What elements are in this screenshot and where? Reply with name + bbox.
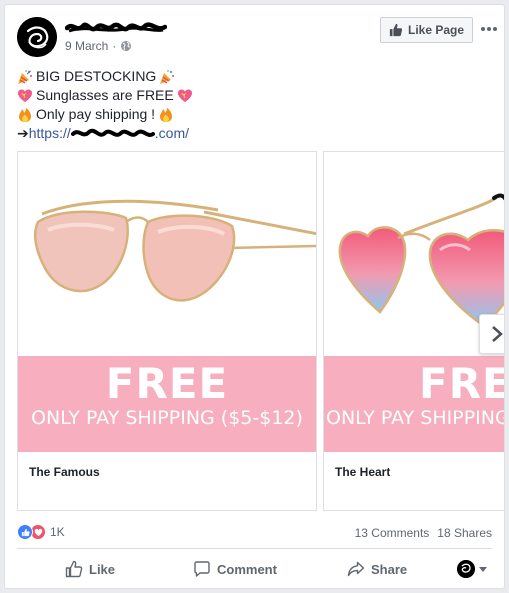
- post-card: 9 March · Like Page BIG DESTOCKING Sungl…: [4, 4, 505, 589]
- link-suffix: .com/: [154, 125, 189, 141]
- like-reaction-icon: [17, 524, 33, 540]
- thumbs-up-icon: [389, 23, 403, 37]
- reaction-count: 1K: [50, 525, 65, 539]
- link-prefix: https://: [28, 125, 71, 141]
- sunglasses-cat-eye-illustration: [34, 199, 316, 302]
- product-carousel: FREE ONLY PAY SHIPPING ($5-$12) The Famo…: [17, 151, 505, 513]
- arrow-glyph: ➔: [17, 125, 29, 141]
- text-only-pay-shipping: Only pay shipping !: [36, 106, 156, 122]
- free-banner: FREE ONLY PAY SHIPPING: [324, 356, 505, 452]
- shares-count-link[interactable]: 18 Shares: [437, 526, 492, 540]
- banner-subtitle: ONLY PAY SHIPPING: [326, 407, 505, 429]
- card-caption[interactable]: The Heart: [335, 465, 390, 479]
- banner-title: FREE: [419, 359, 504, 408]
- thumbs-up-outline-icon: [65, 560, 83, 578]
- comments-count-link[interactable]: 13 Comments: [355, 526, 430, 540]
- post-header: 9 March · Like Page: [17, 17, 497, 59]
- product-image-heart[interactable]: FREE ONLY PAY SHIPPING: [324, 152, 505, 452]
- product-image-famous[interactable]: FREE ONLY PAY SHIPPING ($5-$12): [18, 152, 316, 452]
- comment-bubble-icon: [194, 561, 210, 577]
- post-stats: 1K 13 Comments 18 Shares: [17, 522, 492, 542]
- like-button[interactable]: Like: [65, 551, 115, 587]
- banner-title: FREE: [105, 359, 229, 408]
- text-line-3: Only pay shipping !: [17, 105, 193, 124]
- text-big-destocking: BIG DESTOCKING: [36, 68, 157, 84]
- engagement-counts: 13 Comments 18 Shares: [355, 526, 492, 540]
- carousel-card[interactable]: FREE ONLY PAY SHIPPING ($5-$12) The Famo…: [17, 151, 317, 511]
- banner-subtitle: ONLY PAY SHIPPING ($5-$12): [31, 407, 303, 429]
- card-caption[interactable]: The Famous: [29, 465, 100, 479]
- party-popper-icon: [18, 69, 32, 84]
- globe-icon: [121, 41, 132, 51]
- text-line-1: BIG DESTOCKING: [17, 67, 193, 86]
- carousel-card[interactable]: FREE ONLY PAY SHIPPING The Heart: [323, 151, 505, 511]
- post-actions: Like Comment Share: [17, 551, 492, 587]
- post-meta: 9 March ·: [65, 39, 132, 53]
- divider: [17, 548, 492, 549]
- page-avatar[interactable]: [17, 17, 57, 57]
- carousel-next-button[interactable]: [479, 314, 504, 354]
- viewer-avatar: [457, 560, 475, 578]
- meta-separator: ·: [112, 39, 117, 53]
- text-line-4: ➔ https:// .com/: [17, 124, 193, 143]
- text-line-2: Sunglasses are FREE: [17, 86, 193, 105]
- post-text: BIG DESTOCKING Sunglasses are FREE Only …: [17, 67, 193, 143]
- sparkling-heart-icon: [18, 89, 32, 102]
- like-page-button[interactable]: Like Page: [380, 17, 474, 43]
- sunglasses-heart-illustration: [338, 193, 504, 328]
- post-link[interactable]: https:// .com/: [29, 124, 189, 143]
- share-button[interactable]: Share: [347, 551, 407, 587]
- share-label: Share: [371, 561, 408, 577]
- sparkling-heart-icon: [177, 89, 192, 102]
- dot-icon: [493, 27, 497, 31]
- like-label: Like: [89, 561, 116, 577]
- page-name-redacted[interactable]: [65, 19, 167, 37]
- link-redacted: [70, 129, 155, 138]
- fire-icon: [19, 107, 31, 122]
- text-sunglasses-free: Sunglasses are FREE: [36, 87, 174, 103]
- chevron-right-icon: [491, 326, 503, 342]
- chevron-down-icon: [479, 566, 487, 572]
- free-banner: FREE ONLY PAY SHIPPING ($5-$12): [18, 356, 316, 452]
- more-options-button[interactable]: [479, 21, 499, 37]
- reactions-summary[interactable]: 1K: [17, 524, 65, 540]
- party-popper-icon: [160, 69, 175, 84]
- dot-icon: [487, 27, 491, 31]
- viewer-selector[interactable]: [457, 551, 487, 587]
- post-date[interactable]: 9 March: [65, 39, 108, 53]
- fire-icon: [160, 107, 173, 122]
- dot-icon: [481, 27, 485, 31]
- like-page-label: Like Page: [408, 23, 465, 37]
- comment-label: Comment: [217, 561, 277, 577]
- share-arrow-icon: [347, 561, 365, 577]
- comment-button[interactable]: Comment: [193, 551, 277, 587]
